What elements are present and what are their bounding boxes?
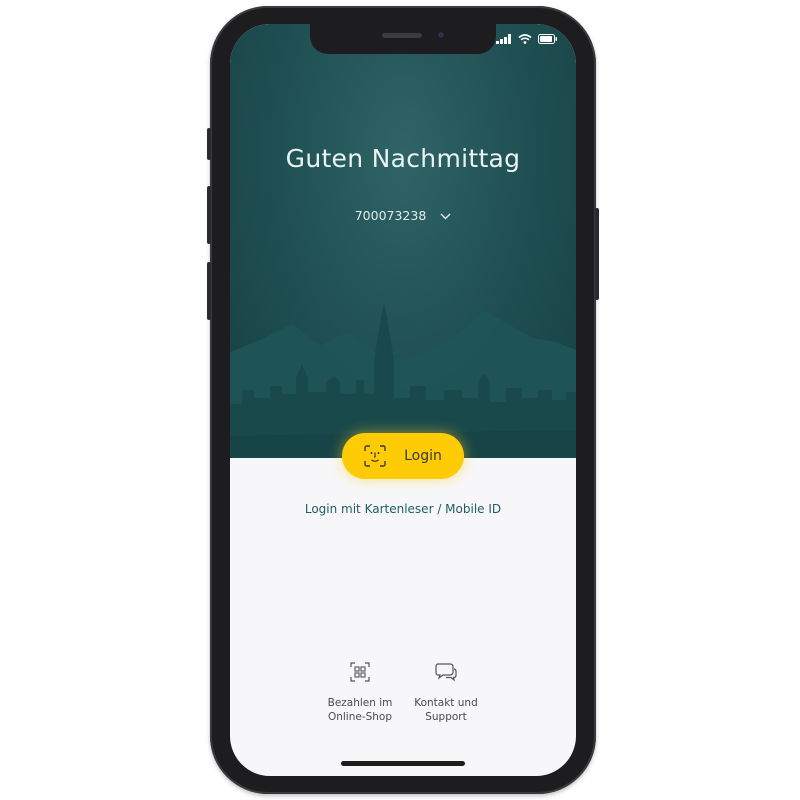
- account-selector[interactable]: 700073238: [230, 208, 576, 223]
- cellular-signal-icon: [496, 34, 511, 44]
- hero-background: [230, 24, 576, 458]
- notch: [310, 24, 496, 54]
- front-camera: [436, 30, 446, 40]
- card-reader-login-link[interactable]: Login mit Kartenleser / Mobile ID: [230, 502, 576, 516]
- volume-up-button: [207, 186, 211, 244]
- volume-down-button: [207, 262, 211, 320]
- shortcut-contact-support-line1: Kontakt und: [414, 697, 478, 709]
- face-id-icon: [364, 445, 386, 467]
- phone-screen: Guten Nachmittag 700073238 Login Login m…: [230, 24, 576, 776]
- home-indicator[interactable]: [341, 761, 465, 766]
- account-number: 700073238: [354, 208, 427, 223]
- chat-bubbles-icon: [435, 663, 457, 682]
- battery-icon: [538, 34, 557, 44]
- shortcut-contact-support[interactable]: Kontakt und Support: [391, 662, 501, 724]
- chevron-down-icon: [440, 213, 451, 220]
- greeting-title: Guten Nachmittag: [285, 144, 521, 173]
- power-button: [595, 208, 599, 300]
- status-bar: [496, 34, 558, 44]
- shortcut-contact-support-line2: Support: [425, 711, 467, 723]
- speaker-grille: [382, 33, 422, 38]
- qr-code-icon: [350, 662, 370, 682]
- wifi-icon: [518, 34, 532, 44]
- login-button-label: Login: [404, 448, 442, 464]
- mute-switch: [207, 128, 211, 160]
- login-button[interactable]: Login: [342, 433, 464, 479]
